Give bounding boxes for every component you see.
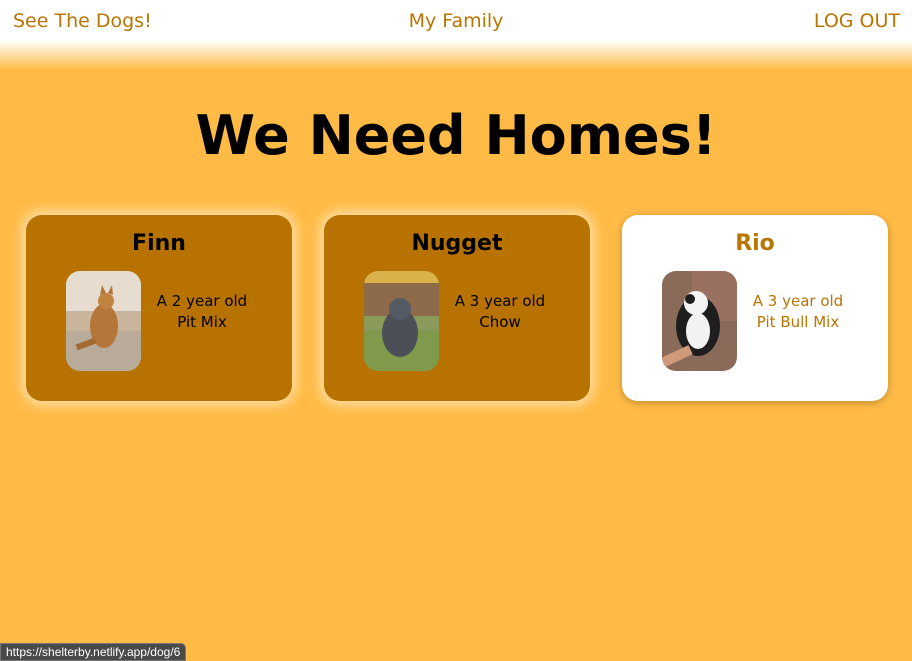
dog-age: A 3 year old (454, 292, 546, 310)
dog-card-finn[interactable]: Finn A 2 year old Pit Mix (26, 215, 292, 401)
status-bar-url: https://shelterby.netlify.app/dog/6 (0, 643, 187, 661)
dog-description: A 3 year old Pit Bull Mix (740, 291, 856, 333)
dog-card-nugget[interactable]: Nugget A 3 year old Chow (324, 215, 590, 401)
dog-photo-nugget (364, 271, 439, 371)
logout-link[interactable]: LOG OUT (814, 10, 900, 32)
dog-photo-finn (66, 271, 141, 371)
dog-breed: Chow (479, 313, 521, 331)
dog-description: A 3 year old Chow (442, 291, 558, 333)
dog-breed: Pit Mix (177, 313, 227, 331)
dog-description: A 2 year old Pit Mix (144, 291, 260, 333)
dog-card-rio[interactable]: Rio A 3 year old Pit Bull Mix (622, 215, 888, 401)
dog-photo-rio (662, 271, 737, 371)
dog-age: A 3 year old (752, 292, 844, 310)
dog-name: Nugget (411, 231, 503, 256)
see-the-dogs-link[interactable]: See The Dogs! (13, 10, 152, 32)
dog-age: A 2 year old (156, 292, 248, 310)
dog-name: Rio (735, 231, 775, 256)
page-title: We Need Homes! (195, 104, 717, 167)
dog-breed: Pit Bull Mix (756, 313, 840, 331)
top-nav: See The Dogs! My Family LOG OUT (0, 0, 912, 70)
my-family-link[interactable]: My Family (409, 10, 504, 32)
dog-name: Finn (132, 231, 186, 256)
